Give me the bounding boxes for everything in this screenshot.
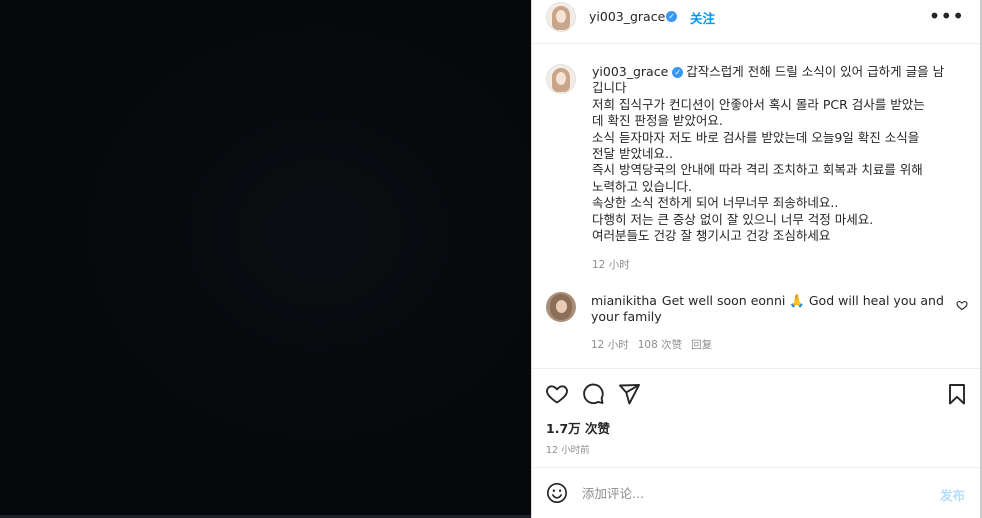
author-username[interactable]: yi003_grace xyxy=(589,9,665,24)
caption-author-avatar[interactable] xyxy=(546,64,576,94)
caption-text-line: 즉시 방역당국의 안내에 따라 격리 조치하고 회복과 치료를 위해 xyxy=(592,162,923,178)
commenter-username[interactable]: mianikitha xyxy=(591,293,657,308)
caption-text-line: 여러분들도 건강 잘 챙기시고 건강 조심하세요 xyxy=(592,228,831,244)
caption-text-line: 다행히 저는 큰 증상 없이 잘 있으니 너무 걱정 마세요. xyxy=(592,211,874,227)
comment-text-line: your family xyxy=(591,309,662,325)
caption-text-line: 소식 듣자마자 저도 바로 검사를 받았는데 오늘9일 확진 소식을 xyxy=(592,129,920,145)
post-side-panel: yi003_grace ✓ 关注 ••• yi003_grace ✓ 갑작스럽게 전… xyxy=(532,0,980,518)
commenter-avatar[interactable] xyxy=(546,292,576,322)
post-media[interactable] xyxy=(0,0,531,518)
avatar-face xyxy=(556,72,566,85)
follow-button[interactable]: 关注 xyxy=(690,8,715,27)
caption-first-line: yi003_grace ✓ 갑작스럽게 전해 드릴 소식이 있어 급하게 글을 남 xyxy=(592,64,970,80)
post-header: yi003_grace ✓ 关注 ••• xyxy=(532,0,980,44)
caption-text-line: 노력하고 있습니다. xyxy=(592,178,692,194)
comment-composer: 发布 xyxy=(532,467,980,518)
post-caption: yi003_grace ✓ 갑작스럽게 전해 드릴 소식이 있어 급하게 글을 남 … xyxy=(592,64,970,244)
share-icon[interactable] xyxy=(617,382,641,406)
comment-meta: 12 小时 108 次赞 回复 xyxy=(591,337,721,352)
media-shading xyxy=(0,0,531,518)
caption-text-line: 데 확진 판정을 받았어요. xyxy=(592,113,723,129)
comment-text-line: Get well soon eonni 🙏 God will heal you … xyxy=(661,293,944,308)
caption-text-line: 갑작스럽게 전해 드릴 소식이 있어 급하게 글을 남 xyxy=(686,64,945,79)
comment-first-line: mianikitha Get well soon eonni 🙏 God will… xyxy=(591,293,947,309)
emoji-icon[interactable] xyxy=(546,482,568,504)
caption-username[interactable]: yi003_grace xyxy=(592,64,668,79)
verified-badge-icon: ✓ xyxy=(672,67,684,78)
caption-timestamp[interactable]: 12 小时 xyxy=(592,257,630,272)
post-timestamp[interactable]: 12 小时前 xyxy=(546,442,590,456)
caption-text-line: 속상한 소식 전하게 되어 너무너무 죄송하네요.. xyxy=(592,195,839,211)
comment-item: mianikitha Get well soon eonni 🙏 God will… xyxy=(591,293,947,326)
author-avatar[interactable] xyxy=(546,2,576,32)
verified-badge-icon: ✓ xyxy=(666,11,677,22)
action-bar xyxy=(532,368,980,418)
post-comment-button[interactable]: 发布 xyxy=(940,485,965,504)
like-count[interactable]: 1.7万 次赞 xyxy=(546,418,610,437)
comment-like-count[interactable]: 108 次赞 xyxy=(638,339,682,351)
caption-text-line: 저희 집식구가 컨디션이 안좋아서 혹시 몰라 PCR 검사를 받았는 xyxy=(592,96,925,112)
more-options-icon[interactable]: ••• xyxy=(929,6,964,26)
comment-like-heart-icon[interactable] xyxy=(956,299,968,311)
avatar-face xyxy=(556,300,567,313)
comment-icon[interactable] xyxy=(581,382,605,406)
comment-timestamp[interactable]: 12 小时 xyxy=(591,339,629,351)
caption-text-line: 전달 받았네요.. xyxy=(592,146,673,162)
caption-text-line: 깁니다 xyxy=(592,80,627,96)
comment-input[interactable] xyxy=(582,482,922,504)
avatar-face xyxy=(556,10,566,23)
reply-button[interactable]: 回复 xyxy=(691,339,712,351)
heart-icon[interactable] xyxy=(545,382,569,406)
bookmark-icon[interactable] xyxy=(945,382,969,406)
